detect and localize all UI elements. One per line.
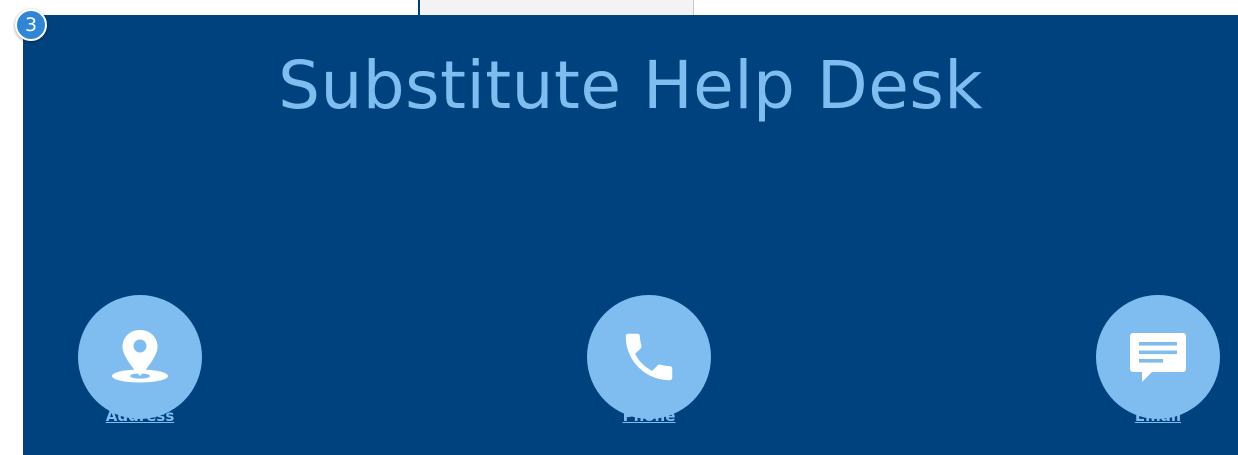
address-button[interactable] <box>78 295 202 419</box>
contact-phone: Phone <box>586 295 712 425</box>
map-pin-icon <box>112 330 168 383</box>
phone-link[interactable]: Phone <box>586 407 712 425</box>
chat-message-icon <box>1130 333 1186 382</box>
contact-address: Address <box>77 295 203 425</box>
address-link[interactable]: Address <box>77 407 203 425</box>
email-link[interactable]: Email <box>1095 407 1221 425</box>
contact-email: Email <box>1095 295 1221 425</box>
email-button[interactable] <box>1096 295 1220 419</box>
phone-icon <box>625 333 673 381</box>
page-title: Substitute Help Desk <box>278 47 983 124</box>
step-number-badge: 3 <box>15 9 47 41</box>
help-desk-page: 3 Substitute Help Desk Address Phone Ema… <box>0 0 1238 455</box>
phone-button[interactable] <box>587 295 711 419</box>
help-desk-panel: Substitute Help Desk Address Phone Email <box>23 15 1238 455</box>
top-tab-strip <box>418 0 694 15</box>
